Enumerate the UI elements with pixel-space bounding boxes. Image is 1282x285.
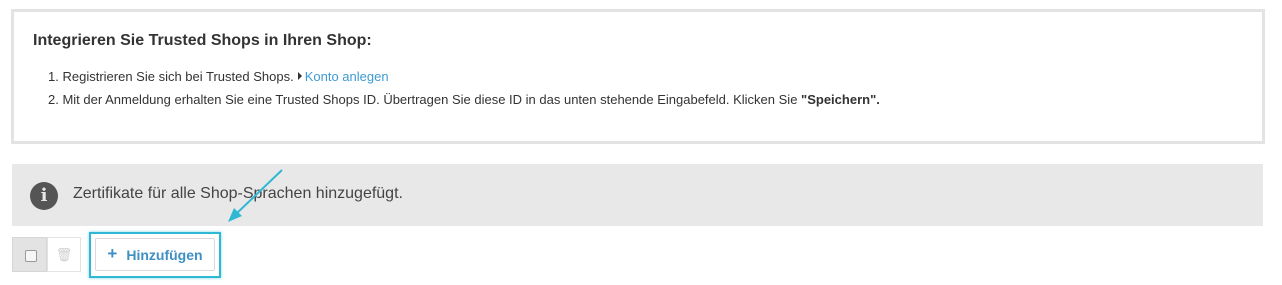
- info-title: Integrieren Sie Trusted Shops in Ihren S…: [33, 32, 372, 49]
- trash-icon: 🗑: [55, 247, 73, 262]
- plus-icon: +: [107, 243, 118, 263]
- step-2-save-hint: "Speichern".: [801, 92, 880, 107]
- select-all-button[interactable]: [12, 237, 47, 272]
- checkbox-icon[interactable]: [25, 250, 37, 262]
- step-1-number: 1.: [48, 69, 59, 84]
- alert-message: Zertifikate für alle Shop-Sprachen hinzu…: [73, 185, 403, 202]
- create-account-link[interactable]: Konto anlegen: [305, 69, 389, 84]
- integration-info-panel: Integrieren Sie Trusted Shops in Ihren S…: [11, 9, 1265, 144]
- delete-button[interactable]: 🗑: [47, 237, 81, 272]
- add-button[interactable]: + Hinzufügen: [95, 238, 215, 271]
- step-1: 1. Registrieren Sie sich bei Trusted Sho…: [48, 68, 880, 91]
- step-2-text: Mit der Anmeldung erhalten Sie eine Trus…: [62, 92, 798, 107]
- step-2-number: 2.: [48, 92, 59, 107]
- steps-list: 1. Registrieren Sie sich bei Trusted Sho…: [48, 68, 880, 114]
- info-icon: i: [30, 182, 58, 210]
- step-2: 2. Mit der Anmeldung erhalten Sie eine T…: [48, 91, 880, 114]
- certificates-info-alert: i Zertifikate für alle Shop-Sprachen hin…: [12, 164, 1263, 226]
- caret-right-icon: [297, 72, 302, 80]
- add-button-label: Hinzufügen: [126, 246, 203, 263]
- step-1-text: Registrieren Sie sich bei Trusted Shops.: [62, 69, 294, 84]
